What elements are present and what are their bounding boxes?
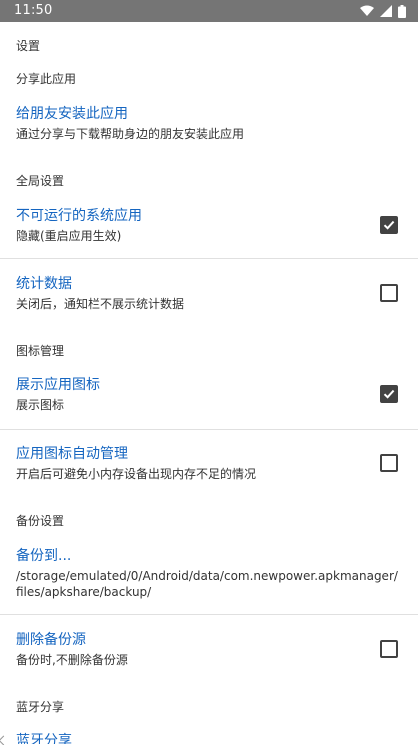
pref-title: 不可运行的系统应用 [16, 208, 142, 224]
auto-manage-checkbox[interactable] [380, 454, 398, 472]
pref-show-icon[interactable]: 展示应用图标 展示图标 [0, 367, 418, 427]
page-title: 设置 [16, 39, 41, 53]
pref-title: 给朋友安装此应用 [16, 106, 128, 122]
pref-title: 蓝牙分享 [16, 733, 72, 744]
pref-title: 备份到... [16, 548, 72, 564]
pref-system-apps[interactable]: 不可运行的系统应用 隐藏(重启应用生效) [0, 198, 418, 258]
pref-install-for-friends[interactable]: 给朋友安装此应用 通过分享与下载帮助身边的朋友安装此应用 [0, 94, 418, 152]
settings-list[interactable]: 设置 分享此应用 给朋友安装此应用 通过分享与下载帮助身边的朋友安装此应用 全局… [0, 22, 418, 744]
section-header-share: 分享此应用 [16, 72, 77, 86]
pref-summary: 隐藏(重启应用生效) [16, 229, 122, 243]
pref-summary: 开启后可避免小内存设备出现内存不足的情况 [16, 467, 257, 481]
pref-summary: 展示图标 [16, 398, 65, 412]
pref-statistics[interactable]: 统计数据 关闭后，通知栏不展示统计数据 [0, 266, 418, 328]
pref-title: 应用图标自动管理 [16, 446, 128, 462]
backup-path-line-2: files/apkshare/backup/ [16, 585, 152, 599]
divider [0, 429, 418, 430]
pref-title: 删除备份源 [16, 632, 86, 648]
status-time: 11:50 [14, 3, 53, 18]
pref-delete-backup-source[interactable]: 删除备份源 备份时,不删除备份源 [0, 622, 418, 684]
battery-icon [398, 4, 406, 18]
divider [0, 258, 418, 259]
section-header-bluetooth: 蓝牙分享 [16, 700, 65, 714]
pref-summary: 通过分享与下载帮助身边的朋友安装此应用 [16, 127, 245, 141]
section-header-backup: 备份设置 [16, 514, 65, 528]
pref-summary: 备份时,不删除备份源 [16, 653, 128, 667]
section-header-icon: 图标管理 [16, 344, 65, 358]
show-icon-checkbox[interactable] [380, 385, 398, 403]
pref-auto-manage-icons[interactable]: 应用图标自动管理 开启后可避免小内存设备出现内存不足的情况 [0, 436, 418, 498]
status-icons [360, 4, 406, 18]
cellular-signal-icon [380, 5, 392, 17]
wifi-icon [360, 5, 374, 17]
status-bar: 11:50 [0, 0, 418, 22]
section-header-global: 全局设置 [16, 174, 65, 188]
pref-title: 展示应用图标 [16, 377, 100, 393]
backup-path-line-1: /storage/emulated/0/Android/data/com.new… [16, 569, 398, 583]
pref-summary: 关闭后，通知栏不展示统计数据 [16, 297, 185, 311]
divider [0, 614, 418, 615]
pref-bluetooth-share[interactable]: 蓝牙分享 [0, 722, 418, 744]
system-apps-checkbox[interactable] [380, 216, 398, 234]
delete-source-checkbox[interactable] [380, 640, 398, 658]
statistics-checkbox[interactable] [380, 284, 398, 302]
pref-backup-to[interactable]: 备份到... /storage/emulated/0/Android/data/… [0, 537, 418, 613]
pref-title: 统计数据 [16, 276, 72, 292]
